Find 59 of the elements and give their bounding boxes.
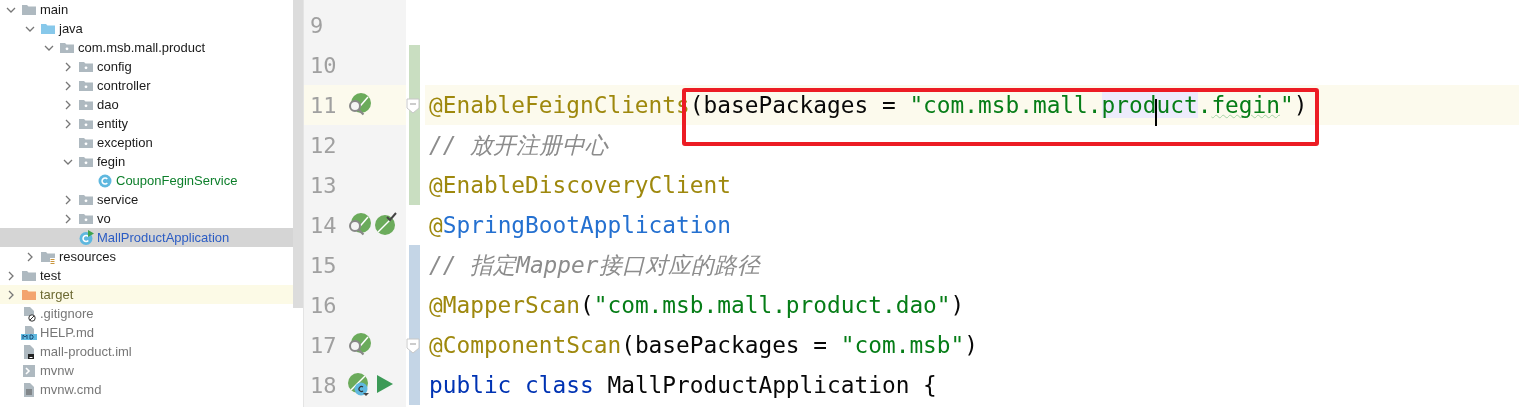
tree-item[interactable]: fegin xyxy=(0,152,293,171)
class-icon xyxy=(78,229,94,246)
tree-item[interactable]: entity xyxy=(0,114,293,133)
code-line: public class MallProductApplication { xyxy=(429,372,937,398)
tree-item[interactable]: vo xyxy=(0,209,293,228)
tree-item[interactable]: mvnw xyxy=(0,361,293,380)
tree-item[interactable]: HELP.md xyxy=(0,323,293,342)
line-number: 12 xyxy=(309,132,338,158)
line-number: 17 xyxy=(309,332,338,358)
code-line: @SpringBootApplication xyxy=(429,212,731,238)
line-number: 15 xyxy=(309,252,338,278)
tree-item[interactable]: service xyxy=(0,190,293,209)
chevron-right-icon[interactable] xyxy=(63,61,73,72)
code-line: // 指定Mapper接口对应的路径 xyxy=(429,251,760,278)
code-line: @EnableDiscoveryClient xyxy=(429,172,731,198)
tree-item[interactable]: mall-product.iml xyxy=(0,342,293,361)
spring-bean-class-icon[interactable] xyxy=(346,372,372,398)
line-number: 16 xyxy=(309,292,338,318)
tree-item[interactable]: java xyxy=(0,19,293,38)
tree-item[interactable]: main xyxy=(0,0,293,19)
code-line: @ComponentScan(basePackages = "com.msb") xyxy=(429,332,979,358)
tree-item[interactable]: CouponFeginService xyxy=(0,171,293,190)
line-number: 9 xyxy=(309,12,325,38)
tree-item[interactable]: exception xyxy=(0,133,293,152)
tree-item[interactable]: com.msb.mall.product xyxy=(0,38,293,57)
file-icon xyxy=(21,381,37,398)
markdown-file-icon xyxy=(21,324,37,341)
tree-item[interactable]: controller xyxy=(0,76,293,95)
chevron-right-icon[interactable] xyxy=(63,99,73,110)
line-number: 18 xyxy=(309,372,338,398)
tree-item[interactable]: dao xyxy=(0,95,293,114)
scrollbar[interactable] xyxy=(293,0,303,308)
line-number: 10 xyxy=(309,52,338,78)
line-number: 14 xyxy=(309,212,338,238)
tree-item[interactable]: resources xyxy=(0,247,293,266)
spring-bean-check-icon[interactable] xyxy=(373,212,399,238)
chevron-right-icon[interactable] xyxy=(25,251,35,262)
chevron-right-icon[interactable] xyxy=(6,289,16,300)
tree-item[interactable]: target xyxy=(0,285,293,304)
script-file-icon xyxy=(21,362,37,379)
code-line: // 放开注册中心 xyxy=(429,131,609,158)
class-icon xyxy=(97,172,113,189)
tree-item[interactable]: config xyxy=(0,57,293,76)
tree-item[interactable]: .gitignore xyxy=(0,304,293,323)
spring-bean-search-icon[interactable] xyxy=(346,332,372,358)
chevron-right-icon[interactable] xyxy=(63,213,73,224)
tree-item[interactable]: mvnw.cmd xyxy=(0,380,293,399)
line-number: 13 xyxy=(309,172,338,198)
code-line: @MapperScan("com.msb.mall.product.dao") xyxy=(429,292,965,318)
chevron-right-icon[interactable] xyxy=(63,80,73,91)
chevron-right-icon[interactable] xyxy=(63,118,73,129)
tree-item[interactable]: test xyxy=(0,266,293,285)
spring-bean-search-icon[interactable] xyxy=(346,92,372,118)
chevron-right-icon[interactable] xyxy=(63,194,73,205)
tree-item[interactable]: MallProductApplication xyxy=(0,228,293,247)
line-number: 11 xyxy=(309,92,338,118)
file-icon xyxy=(21,343,37,360)
chevron-right-icon[interactable] xyxy=(6,270,16,281)
file-icon xyxy=(21,305,37,322)
